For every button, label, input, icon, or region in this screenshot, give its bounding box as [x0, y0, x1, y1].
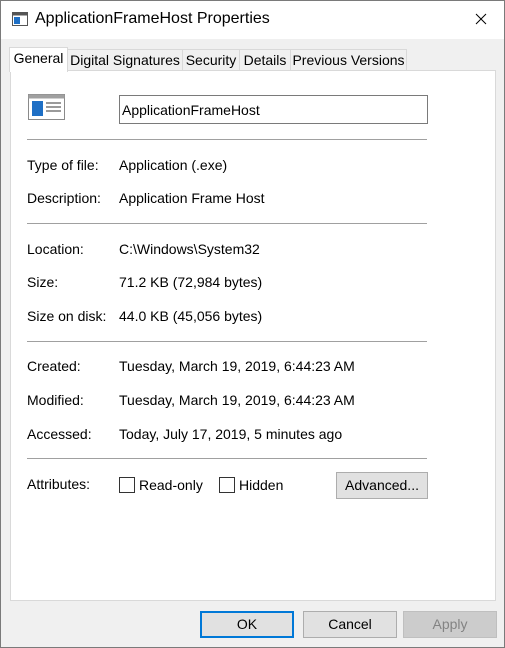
- divider: [27, 458, 427, 459]
- accessed-value: Today, July 17, 2019, 5 minutes ago: [119, 426, 343, 442]
- application-file-icon: [28, 94, 65, 120]
- type-of-file-value: Application (.exe): [119, 157, 228, 173]
- window-title: ApplicationFrameHost Properties: [35, 10, 270, 27]
- description-label: Description:: [27, 190, 101, 206]
- description-value: Application Frame Host: [119, 190, 265, 206]
- divider: [27, 341, 427, 342]
- read-only-label[interactable]: Read-only: [139, 477, 203, 493]
- type-of-file-label: Type of file:: [27, 157, 99, 173]
- size-label: Size:: [27, 274, 59, 290]
- created-label: Created:: [27, 358, 81, 374]
- general-panel: Type of file: Application (.exe) Descrip…: [10, 70, 496, 601]
- size-value: 71.2 KB (72,984 bytes): [119, 274, 263, 290]
- modified-label: Modified:: [27, 392, 84, 408]
- attributes-label: Attributes:: [27, 476, 91, 492]
- advanced-button[interactable]: Advanced...: [336, 472, 428, 499]
- read-only-checkbox[interactable]: [119, 477, 135, 493]
- close-icon: [475, 12, 487, 28]
- accessed-label: Accessed:: [27, 426, 92, 442]
- title-bar[interactable]: ApplicationFrameHost Properties: [1, 1, 504, 39]
- tab-previous-versions[interactable]: Previous Versions: [290, 49, 407, 70]
- app-window-icon: [12, 11, 28, 27]
- hidden-label[interactable]: Hidden: [239, 477, 283, 493]
- size-on-disk-value: 44.0 KB (45,056 bytes): [119, 308, 263, 324]
- size-on-disk-label: Size on disk:: [27, 308, 107, 324]
- apply-button: Apply: [403, 611, 497, 638]
- tab-details[interactable]: Details: [239, 49, 291, 70]
- modified-value: Tuesday, March 19, 2019, 6:44:23 AM: [119, 392, 355, 408]
- tab-digital-signatures[interactable]: Digital Signatures: [67, 49, 183, 70]
- properties-window: ApplicationFrameHost Properties General …: [0, 0, 505, 648]
- ok-button[interactable]: OK: [200, 611, 294, 638]
- created-value: Tuesday, March 19, 2019, 6:44:23 AM: [119, 358, 355, 374]
- tab-general[interactable]: General: [9, 47, 68, 72]
- cancel-button[interactable]: Cancel: [303, 611, 397, 638]
- location-label: Location:: [27, 241, 84, 257]
- close-button[interactable]: [458, 1, 504, 39]
- file-name-field[interactable]: [119, 95, 428, 124]
- tab-security[interactable]: Security: [182, 49, 240, 70]
- hidden-checkbox[interactable]: [219, 477, 235, 493]
- location-value: C:\Windows\System32: [119, 241, 260, 257]
- divider: [27, 223, 427, 224]
- divider: [27, 139, 427, 140]
